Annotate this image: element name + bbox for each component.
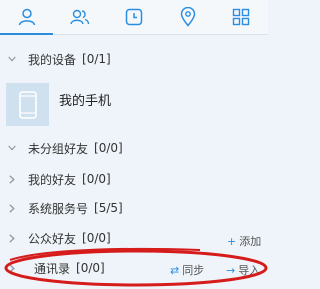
grid-icon: [232, 8, 249, 26]
group-label: 我的好友: [28, 172, 77, 187]
tab-groups[interactable]: [53, 0, 106, 34]
group-label: 系统服务号: [28, 201, 89, 216]
contacts-panel: 我的设备 [0/1] 我的手机 未分组好友 [0/0] 我的好友 [0/0] 系…: [0, 0, 268, 289]
group-label: 我的设备: [28, 52, 77, 67]
group-ungrouped-friends[interactable]: 未分组好友 [0/0]: [0, 134, 268, 162]
chevron-right-icon: [8, 174, 16, 184]
phone-icon: [18, 90, 37, 119]
import-label: 导入: [238, 264, 261, 277]
import-button[interactable]: → 导入: [226, 262, 260, 278]
chevron-right-icon: [8, 233, 16, 243]
group-count: [0/0]: [94, 141, 123, 155]
chevron-right-icon: [8, 203, 16, 213]
chevron-right-icon: [8, 263, 16, 273]
device-thumbnail: [6, 83, 49, 126]
import-arrow-icon: →: [226, 263, 236, 277]
group-label: 通讯录: [34, 261, 71, 276]
tab-bar: [0, 0, 268, 35]
sync-button[interactable]: ⇄ 同步: [170, 262, 204, 278]
chevron-down-icon: [8, 144, 16, 152]
device-my-phone[interactable]: 我的手机: [0, 80, 268, 130]
clock-icon: [125, 8, 142, 26]
group-count: [0/0]: [82, 172, 111, 186]
group-label: 未分组好友: [28, 141, 89, 156]
add-public-friend-button[interactable]: + 添加: [227, 233, 261, 249]
person-icon: [18, 8, 35, 26]
group-count: [5/5]: [94, 201, 123, 215]
chevron-down-icon: [8, 55, 16, 63]
group-label: 公众好友: [28, 231, 77, 246]
sync-icon: ⇄: [170, 263, 180, 277]
tab-apps[interactable]: [214, 0, 267, 34]
device-name: 我的手机: [59, 94, 112, 109]
group-count: [0/1]: [82, 52, 111, 66]
group-system-service[interactable]: 系统服务号 [5/5]: [0, 194, 268, 222]
tab-nearby[interactable]: [161, 0, 214, 34]
plus-icon: +: [227, 234, 237, 248]
group-my-devices[interactable]: 我的设备 [0/1]: [0, 45, 268, 73]
group-count: [0/0]: [82, 231, 111, 245]
sync-label: 同步: [182, 264, 205, 277]
add-label: 添加: [239, 235, 262, 248]
group-my-friends[interactable]: 我的好友 [0/0]: [0, 165, 268, 193]
location-pin-icon: [180, 7, 195, 27]
contacts-icon: [69, 9, 89, 25]
group-count: [0/0]: [76, 261, 105, 275]
tab-recent[interactable]: [107, 0, 160, 34]
tab-contacts-person[interactable]: [0, 0, 53, 35]
